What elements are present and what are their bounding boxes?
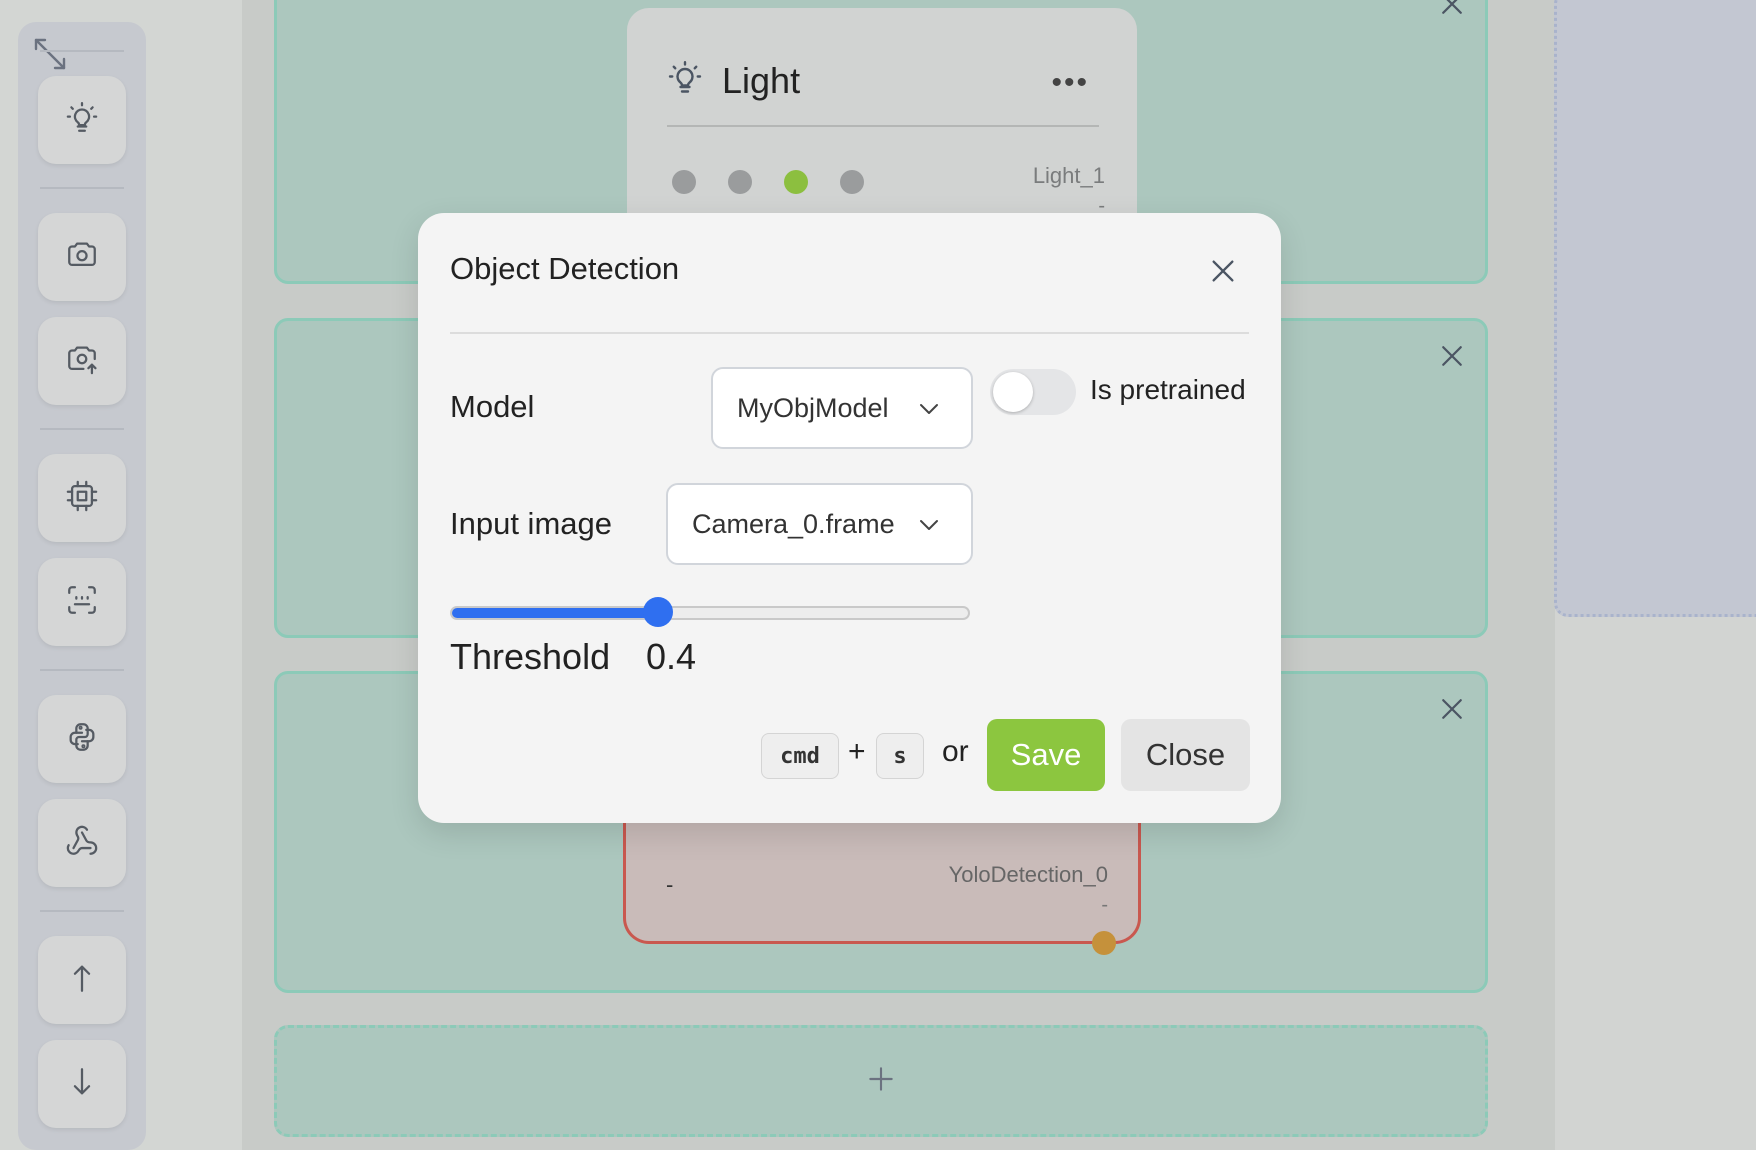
threshold-slider[interactable] [450, 597, 970, 627]
lightbulb-icon [667, 60, 703, 96]
sidebar-divider [40, 187, 124, 189]
model-label: Model [450, 389, 535, 424]
camera-upload-icon [65, 342, 99, 381]
sidebar-item-light[interactable] [38, 76, 126, 164]
toggle-knob [993, 372, 1033, 412]
save-button[interactable]: Save [987, 719, 1105, 791]
sidebar-divider [40, 50, 124, 52]
node-name: YoloDetection_0 [948, 862, 1108, 887]
plus-icon [865, 1063, 897, 1100]
node-divider [667, 125, 1099, 127]
arrow-up-icon [65, 961, 99, 1000]
dialog-divider [450, 332, 1249, 334]
kbd-cmd: cmd [761, 733, 839, 779]
camera-icon [65, 238, 99, 277]
status-dot-active [784, 170, 808, 194]
node-input-value: - [666, 872, 674, 897]
slider-fill [452, 608, 659, 618]
close-icon[interactable] [1437, 0, 1467, 19]
object-detection-dialog: Object Detection Model MyObjModel Is pre… [418, 213, 1281, 823]
sidebar [18, 22, 146, 1150]
sidebar-divider [40, 428, 124, 430]
is-pretrained-label: Is pretrained [1090, 374, 1246, 405]
output-port[interactable] [1092, 931, 1116, 955]
webhook-icon [65, 824, 99, 863]
more-options-icon[interactable]: ••• [1051, 66, 1089, 100]
chevron-down-icon [917, 397, 941, 421]
slider-thumb[interactable] [643, 597, 674, 627]
lightbulb-icon [65, 101, 99, 140]
cpu-icon [65, 479, 99, 518]
node-name: Light_1 [1032, 163, 1105, 188]
expand-icon[interactable] [32, 36, 68, 72]
chevron-down-icon [917, 513, 941, 537]
sidebar-item-scan[interactable] [38, 558, 126, 646]
model-select[interactable]: MyObjModel [711, 367, 973, 449]
sidebar-item-webhook[interactable] [38, 799, 126, 887]
dialog-title: Object Detection [450, 251, 680, 286]
arrow-down-icon [65, 1065, 99, 1104]
close-icon[interactable] [1437, 694, 1467, 724]
threshold-label: Threshold [450, 636, 611, 677]
sidebar-divider [40, 669, 124, 671]
close-button[interactable]: Close [1121, 719, 1250, 791]
input-image-select[interactable]: Camera_0.frame [666, 483, 973, 565]
node-value: - [1101, 894, 1108, 916]
sidebar-item-python[interactable] [38, 695, 126, 783]
sidebar-divider [40, 910, 124, 912]
input-image-label: Input image [450, 506, 612, 541]
input-image-select-value: Camera_0.frame [692, 508, 895, 539]
shortcut-or: or [942, 735, 969, 768]
close-icon[interactable] [1437, 341, 1467, 371]
close-icon[interactable] [1207, 255, 1239, 287]
scan-icon [65, 583, 99, 622]
sidebar-item-camera-upload[interactable] [38, 317, 126, 405]
sidebar-item-processor[interactable] [38, 454, 126, 542]
node-title: Light [722, 60, 801, 101]
add-group-button[interactable] [274, 1025, 1488, 1137]
kbd-s: s [876, 733, 924, 779]
status-dot [672, 170, 696, 194]
sidebar-item-move-up[interactable] [38, 936, 126, 1024]
is-pretrained-toggle[interactable] [990, 369, 1076, 415]
shortcut-plus: + [848, 735, 866, 768]
sidebar-item-move-down[interactable] [38, 1040, 126, 1128]
sidebar-item-camera[interactable] [38, 213, 126, 301]
status-dot [728, 170, 752, 194]
side-panel-dropzone [1554, 0, 1756, 617]
python-icon [65, 720, 99, 759]
threshold-value: 0.4 [646, 636, 697, 677]
model-select-value: MyObjModel [737, 392, 889, 423]
status-dot [840, 170, 864, 194]
